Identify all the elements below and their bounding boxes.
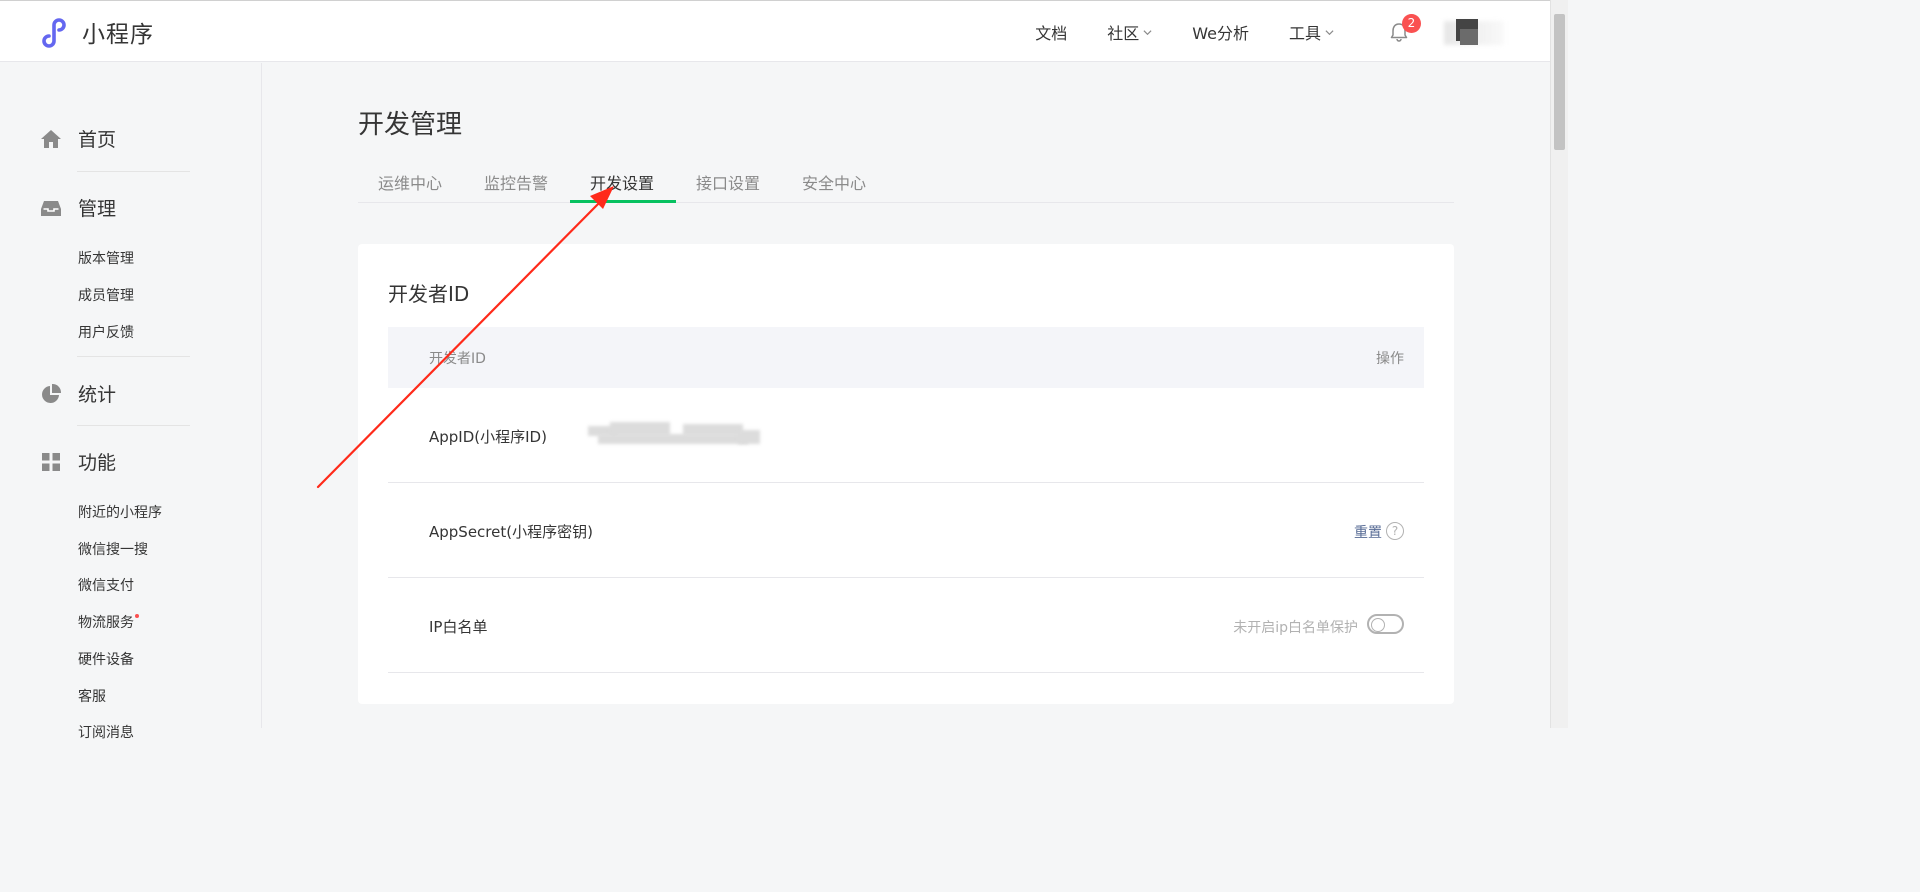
column-header-action: 操作 (1376, 351, 1404, 367)
table-row-appid: AppID(小程序ID) (388, 388, 1424, 483)
sidebar-item-feedback[interactable]: 用户反馈 (78, 322, 134, 342)
nav-analytics-label: We分析 (1192, 24, 1249, 43)
sidebar-item-label: 功能 (78, 452, 117, 474)
notification-badge: 2 (1402, 14, 1421, 33)
logo-icon (42, 18, 66, 48)
scrollbar-thumb[interactable] (1554, 14, 1565, 150)
sidebar: 首页 管理 版本管理 成员管理 用户反馈 统计 功能 附近的小程序 微信搜一搜 … (0, 63, 262, 741)
sidebar-item-manage[interactable]: 管理 (40, 194, 116, 221)
sidebar-item-pay[interactable]: 微信支付 (78, 575, 134, 595)
appid-label: AppID(小程序ID) (429, 428, 547, 446)
chevron-down-icon (1325, 29, 1334, 35)
top-nav: 文档 社区 We分析 工具 2 (1035, 1, 1550, 63)
nav-community[interactable]: 社区 (1107, 20, 1152, 44)
appsecret-label: AppSecret(小程序密钥) (429, 523, 593, 541)
sidebar-item-label: 管理 (78, 198, 117, 220)
tab-api-settings[interactable]: 接口设置 (696, 170, 760, 194)
tab-bar: 运维中心 监控告警 开发设置 接口设置 安全中心 (358, 158, 1454, 203)
developer-id-card: 开发者ID 开发者ID 操作 AppID(小程序ID) AppSecret(小程… (358, 244, 1454, 704)
tab-dev-settings[interactable]: 开发设置 (590, 170, 654, 194)
nav-tools[interactable]: 工具 (1289, 20, 1334, 44)
tab-ops[interactable]: 运维中心 (378, 170, 442, 194)
grid-icon (42, 452, 60, 471)
sidebar-item-home[interactable]: 首页 (40, 125, 116, 152)
reset-link[interactable]: 重置 (1354, 522, 1382, 542)
sidebar-item-label: 物流服务 (78, 615, 134, 631)
notification-button[interactable]: 2 (1388, 14, 1421, 43)
active-tab-indicator (570, 200, 676, 203)
pie-chart-icon (42, 383, 62, 403)
menu-divider (77, 356, 190, 357)
top-bar: 小程序 文档 社区 We分析 工具 2 (0, 0, 1550, 62)
appid-value-redacted (588, 422, 760, 446)
section-title: 开发者ID (388, 282, 470, 306)
sidebar-item-features[interactable]: 功能 (40, 448, 116, 475)
help-icon[interactable]: ? (1386, 522, 1404, 540)
sidebar-item-label: 首页 (78, 129, 117, 151)
nav-docs[interactable]: 文档 (1035, 20, 1067, 44)
tab-monitor[interactable]: 监控告警 (484, 170, 548, 194)
nav-docs-label: 文档 (1035, 24, 1068, 43)
ip-whitelist-toggle[interactable] (1367, 614, 1404, 634)
table-row-ip-whitelist: IP白名单 未开启ip白名单保护 (388, 578, 1424, 673)
page-title: 开发管理 (358, 110, 463, 140)
chevron-down-icon (1143, 29, 1152, 35)
ip-whitelist-label: IP白名单 (429, 618, 488, 636)
page-scrollbar[interactable] (1550, 0, 1568, 728)
sidebar-item-versions[interactable]: 版本管理 (78, 248, 134, 268)
nav-tools-label: 工具 (1288, 24, 1321, 43)
sidebar-item-label: 统计 (78, 384, 117, 406)
avatar[interactable] (1444, 17, 1504, 47)
inbox-icon (41, 200, 61, 216)
sidebar-item-customer-service[interactable]: 客服 (78, 686, 106, 706)
menu-divider (77, 171, 190, 172)
table-header: 开发者ID 操作 (388, 327, 1424, 388)
nav-community-label: 社区 (1107, 24, 1140, 43)
sidebar-item-members[interactable]: 成员管理 (78, 285, 134, 305)
new-dot (135, 614, 139, 618)
ip-whitelist-status: 未开启ip白名单保护 (1233, 620, 1358, 636)
tab-security[interactable]: 安全中心 (802, 170, 866, 194)
brand-logo[interactable]: 小程序 (40, 15, 154, 49)
sidebar-item-subscribe[interactable]: 订阅消息 (78, 722, 134, 742)
menu-divider (77, 425, 190, 426)
nav-analytics[interactable]: We分析 (1192, 20, 1249, 44)
sidebar-item-nearby[interactable]: 附近的小程序 (78, 502, 162, 522)
sidebar-item-stats[interactable]: 统计 (40, 380, 116, 407)
sidebar-item-logistics[interactable]: 物流服务 (78, 612, 139, 632)
sidebar-item-search[interactable]: 微信搜一搜 (78, 539, 148, 559)
sidebar-item-hardware[interactable]: 硬件设备 (78, 649, 134, 669)
brand-name: 小程序 (82, 22, 154, 48)
table-row-appsecret: AppSecret(小程序密钥) 重置 ? (388, 483, 1424, 578)
home-icon (41, 129, 61, 148)
column-header-id: 开发者ID (429, 351, 486, 367)
